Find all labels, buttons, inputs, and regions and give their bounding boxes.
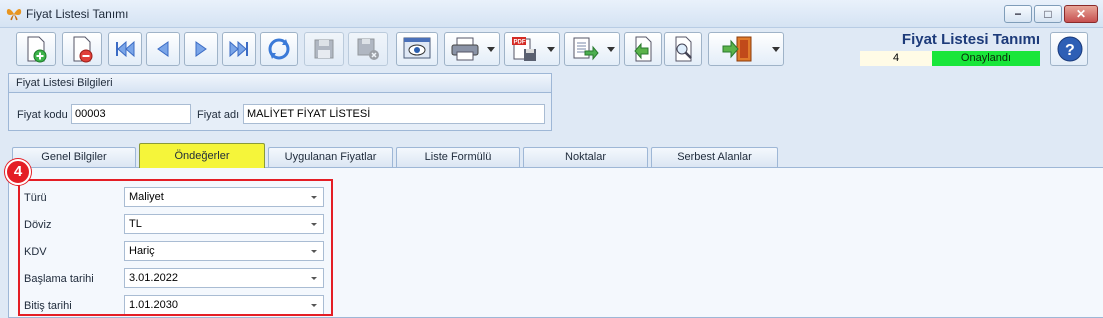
previous-record-button[interactable] bbox=[146, 32, 180, 66]
price-code-input[interactable]: 00003 bbox=[71, 104, 191, 124]
tab-defaults[interactable]: Öndeğerler bbox=[139, 143, 265, 168]
tab-applied-prices[interactable]: Uygulanan Fiyatlar bbox=[268, 147, 393, 167]
chevron-down-icon bbox=[607, 47, 615, 52]
window-title: Fiyat Listesi Tanımı bbox=[26, 7, 129, 21]
close-icon: ✕ bbox=[1075, 7, 1087, 21]
save-button[interactable] bbox=[304, 32, 344, 66]
highlight-box bbox=[18, 179, 333, 316]
delete-document-icon bbox=[73, 36, 93, 63]
print-icon bbox=[451, 37, 479, 61]
chevron-down-icon bbox=[772, 47, 780, 52]
price-name-label: Fiyat adı bbox=[197, 109, 240, 121]
help-icon: ? bbox=[1057, 36, 1083, 62]
tab-list-formula[interactable]: Liste Formülü bbox=[396, 147, 520, 167]
export-pdf-button[interactable]: PDF bbox=[504, 32, 560, 66]
exit-icon bbox=[722, 36, 752, 62]
price-list-info-group: Fiyat Listesi Bilgileri Fiyat kodu 00003… bbox=[8, 73, 552, 131]
tab-strip: Genel Bilgiler Öndeğerler Uygulanan Fiya… bbox=[0, 143, 1103, 168]
find-icon bbox=[675, 36, 692, 62]
previous-record-icon bbox=[157, 41, 169, 57]
chevron-down-icon bbox=[547, 47, 555, 52]
find-button[interactable] bbox=[664, 32, 702, 66]
first-record-button[interactable] bbox=[108, 32, 142, 66]
first-record-icon bbox=[116, 40, 135, 58]
status-number: 4 bbox=[860, 51, 932, 66]
help-button[interactable]: ? bbox=[1050, 32, 1088, 66]
save-cancel-button[interactable] bbox=[348, 32, 388, 66]
price-name-input[interactable]: MALİYET FİYAT LİSTESİ bbox=[243, 104, 545, 124]
export-list-icon bbox=[573, 37, 599, 61]
refresh-icon bbox=[268, 38, 290, 60]
step-marker: 4 bbox=[5, 159, 31, 185]
print-button[interactable] bbox=[444, 32, 500, 66]
minimize-button[interactable]: − bbox=[1004, 5, 1032, 23]
preview-icon bbox=[403, 37, 431, 59]
chevron-down-icon bbox=[487, 47, 495, 52]
new-document-icon bbox=[27, 36, 47, 63]
maximize-icon: □ bbox=[1044, 7, 1052, 21]
export-pdf-icon: PDF bbox=[512, 37, 536, 61]
tab-custom-fields[interactable]: Serbest Alanlar bbox=[651, 147, 778, 167]
last-record-button[interactable] bbox=[222, 32, 256, 66]
maximize-button[interactable]: □ bbox=[1034, 5, 1062, 23]
tab-points[interactable]: Noktalar bbox=[523, 147, 648, 167]
status-badge: Onaylandı bbox=[932, 51, 1040, 66]
title-bar: Fiyat Listesi Tanımı − □ ✕ bbox=[0, 0, 1103, 28]
tab-general-info[interactable]: Genel Bilgiler bbox=[12, 147, 136, 167]
last-record-icon bbox=[229, 40, 248, 58]
refresh-button[interactable] bbox=[260, 32, 298, 66]
price-code-label: Fiyat kodu bbox=[17, 109, 68, 121]
import-button[interactable] bbox=[624, 32, 662, 66]
next-record-button[interactable] bbox=[184, 32, 218, 66]
group-header: Fiyat Listesi Bilgileri bbox=[9, 74, 551, 93]
butterfly-icon bbox=[6, 9, 22, 21]
save-icon bbox=[314, 39, 334, 59]
export-list-button[interactable] bbox=[564, 32, 620, 66]
delete-button[interactable] bbox=[62, 32, 102, 66]
new-button[interactable] bbox=[16, 32, 56, 66]
import-icon bbox=[634, 36, 652, 62]
minimize-icon: − bbox=[1014, 7, 1022, 21]
preview-button[interactable] bbox=[396, 32, 438, 66]
exit-button[interactable] bbox=[708, 32, 784, 66]
svg-text:?: ? bbox=[1065, 42, 1075, 59]
form-title: Fiyat Listesi Tanımı bbox=[901, 31, 1040, 48]
next-record-icon bbox=[195, 41, 207, 57]
close-button[interactable]: ✕ bbox=[1064, 5, 1098, 23]
save-cancel-icon bbox=[357, 38, 379, 60]
svg-text:PDF: PDF bbox=[514, 40, 526, 46]
